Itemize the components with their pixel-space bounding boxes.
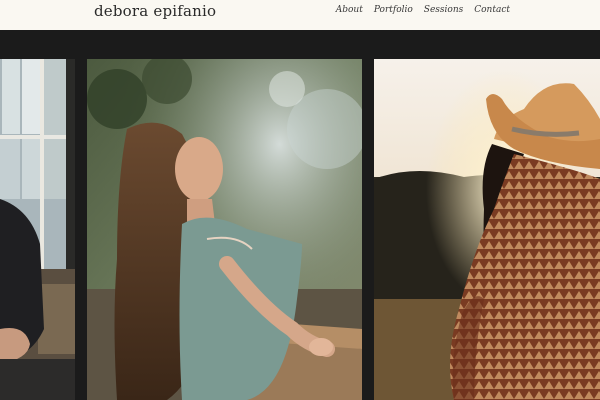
site-logo[interactable]: debora epifanio: [94, 2, 216, 20]
photo-gallery: [0, 59, 600, 400]
nav-contact[interactable]: Contact: [474, 5, 510, 15]
gallery-photo-man-window[interactable]: [0, 59, 75, 400]
main-nav: About Portfolio Sessions Contact: [336, 5, 510, 15]
gallery-photo-cowboy-hat[interactable]: [374, 59, 600, 400]
woman-fence-image: [87, 59, 362, 400]
nav-sessions[interactable]: Sessions: [424, 5, 463, 15]
site-header: debora epifanio About Portfolio Sessions…: [0, 0, 600, 30]
dark-band: [0, 30, 600, 59]
man-window-image: [0, 59, 75, 400]
cowboy-hat-image: [374, 59, 600, 400]
nav-about[interactable]: About: [336, 5, 363, 15]
gallery-photo-woman-fence[interactable]: [87, 59, 362, 400]
nav-portfolio[interactable]: Portfolio: [374, 5, 413, 15]
